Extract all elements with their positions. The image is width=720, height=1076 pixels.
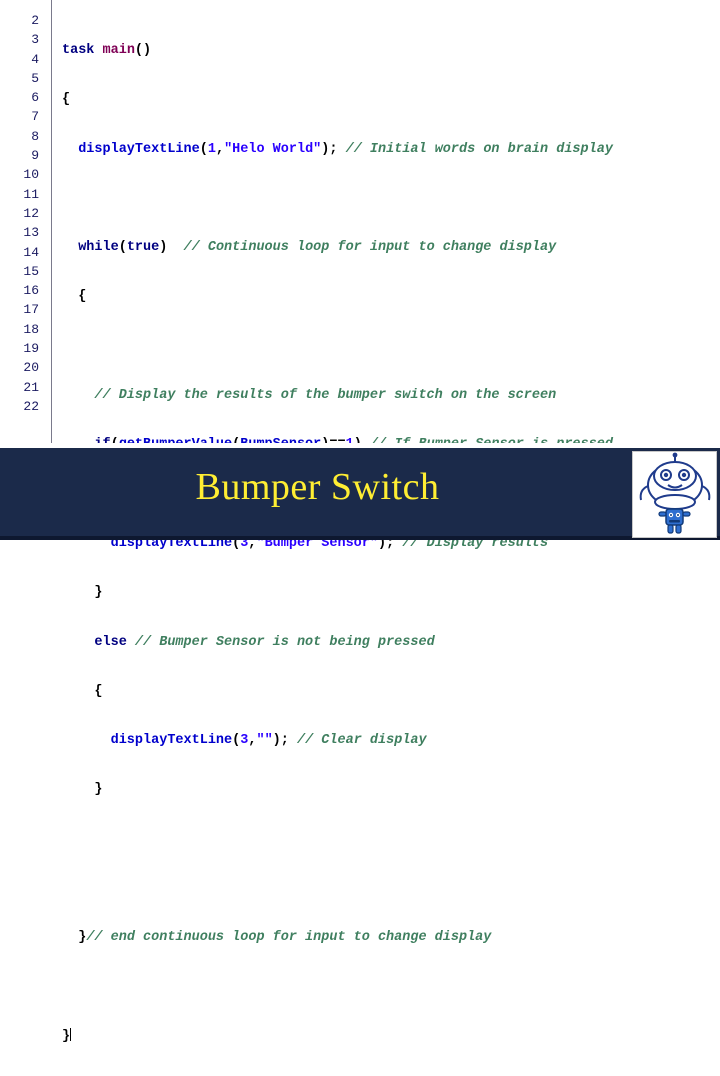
code-text-area[interactable]: task main() { displayTextLine(1,"Helo Wo… <box>45 0 720 1044</box>
line-number: 14 <box>23 244 39 260</box>
code-line-15: { <box>62 683 103 699</box>
line-number-gutter: 2 3 4 5 6 7 8 9 10 11 12 13 14 15 16 17 … <box>0 0 45 443</box>
banner-top-stripe <box>0 443 720 448</box>
line-number: 4 <box>31 51 39 67</box>
line-number: 2 <box>31 13 39 28</box>
line-number: 17 <box>23 302 39 318</box>
line-number: 6 <box>31 90 39 106</box>
slide: 2 3 4 5 6 7 8 9 10 11 12 13 14 15 16 17 … <box>0 0 720 1044</box>
robot-mascot-logo <box>632 451 717 538</box>
line-number: 19 <box>23 341 39 357</box>
code-line-17: } <box>62 782 103 798</box>
gutter-divider <box>51 0 52 443</box>
code-line-13: } <box>62 585 103 601</box>
line-number: 13 <box>23 225 39 241</box>
line-number: 5 <box>31 70 39 86</box>
code-line-6: while(true) // Continuous loop for input… <box>78 240 557 256</box>
code-line-4: displayTextLine(1,"Helo World"); // Init… <box>78 141 613 157</box>
line-number: 18 <box>23 321 39 337</box>
line-number: 20 <box>23 360 39 376</box>
line-number: 15 <box>23 263 39 279</box>
robot-mascot-icon <box>633 452 716 537</box>
code-line-14: else // Bumper Sensor is not being press… <box>94 634 435 650</box>
line-number: 3 <box>31 32 39 48</box>
banner-title: Bumper Switch <box>195 466 440 508</box>
code-line-7: { <box>62 289 87 305</box>
line-number: 8 <box>31 128 39 144</box>
code-line-9: // Display the results of the bumper swi… <box>94 388 557 404</box>
code-line-16: displayTextLine(3,""); // Clear display <box>110 733 427 749</box>
line-number: 7 <box>31 109 39 125</box>
line-number: 16 <box>23 283 39 299</box>
line-number: 21 <box>23 379 39 395</box>
banner-bottom-line <box>0 536 720 540</box>
line-number: 11 <box>23 186 39 202</box>
code-line-3: { <box>62 92 71 108</box>
line-number: 10 <box>23 167 39 183</box>
line-number: 12 <box>23 205 39 221</box>
code-line-20: }// end continuous loop for input to cha… <box>62 930 492 946</box>
line-number: 22 <box>23 398 39 414</box>
text-caret <box>70 1027 72 1041</box>
code-line-2: task main() <box>62 43 152 58</box>
line-number: 9 <box>31 148 39 164</box>
code-line-22: } <box>62 1027 72 1044</box>
code-editor[interactable]: 2 3 4 5 6 7 8 9 10 11 12 13 14 15 16 17 … <box>0 0 720 1044</box>
